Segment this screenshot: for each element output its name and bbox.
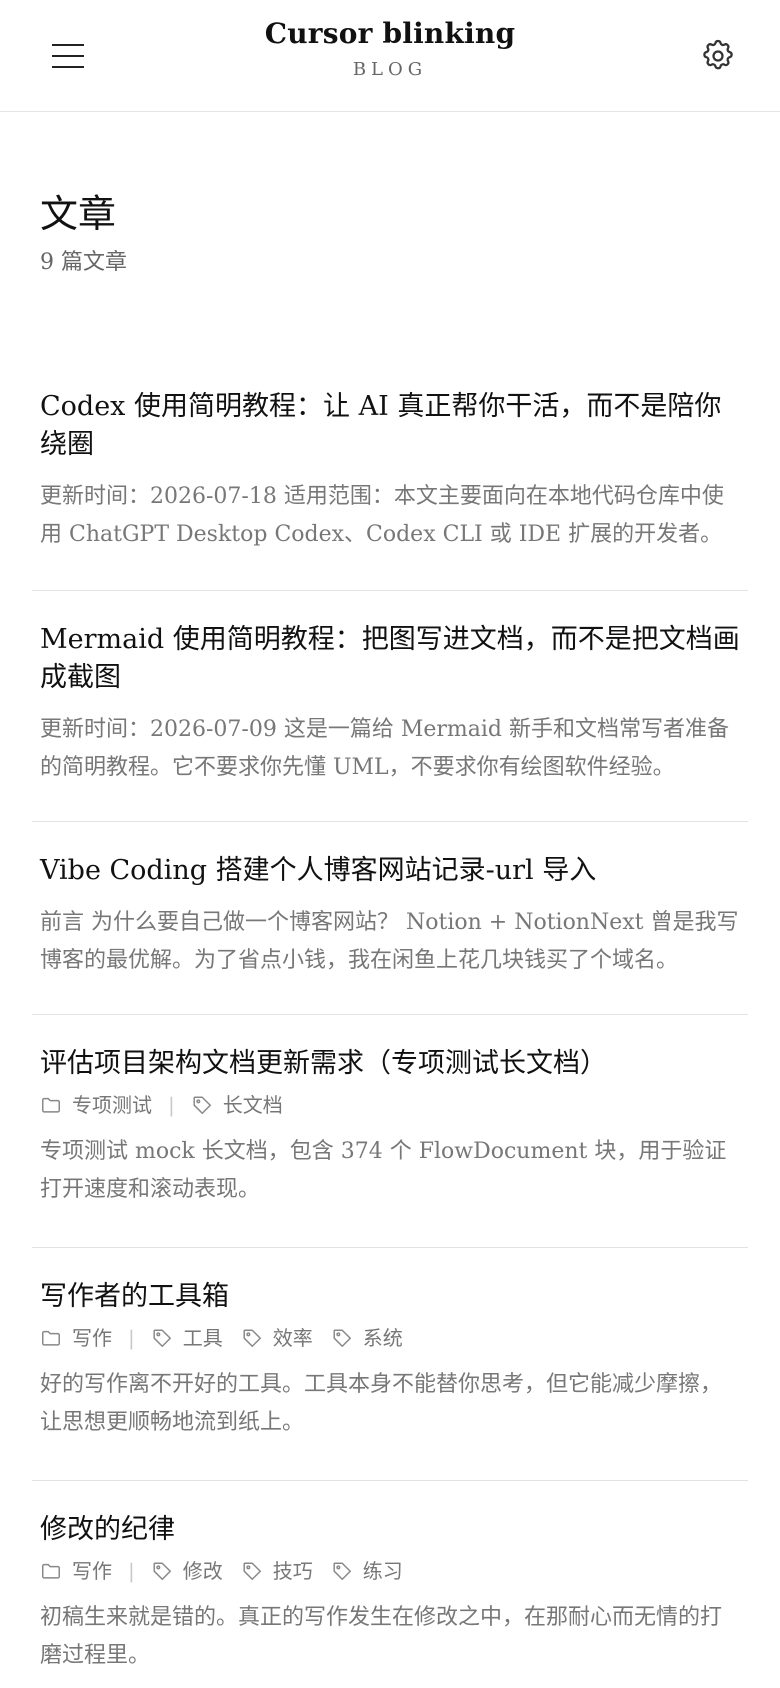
tag-label: 系统 [362,1326,403,1350]
tag-label: 长文档 [222,1093,283,1117]
gear-icon [703,39,733,70]
post-meta: 写作 | 工具 效率 系统 [40,1324,740,1352]
post-excerpt: 好的写作离不开好的工具。工具本身不能替你思考，但它能减少摩擦，让思想更顺畅地流到… [40,1372,723,1435]
page-title: 文章 [40,192,117,236]
post-title[interactable]: Codex 使用简明教程：让 AI 真正帮你干活，而不是陪你绕圈 [40,388,740,464]
post-tag[interactable]: 练习 [331,1557,403,1585]
folder-icon [42,1563,60,1579]
post-tag[interactable]: 效率 [241,1324,313,1352]
tag-label: 修改 [182,1559,223,1583]
post-item[interactable]: 评估项目架构文档更新需求（专项测试长文档） 专项测试 | 长文档专项测试 mock 长… [32,1015,748,1248]
post-title[interactable]: 修改的纪律 [40,1511,740,1549]
post-item[interactable]: Vibe Coding 搭建个人博客网站记录-url 导入前言 为什么要自己做一… [32,822,748,1015]
post-excerpt: 初稿生来就是错的。真正的写作发生在修改之中，在那耐心而无情的打磨过程里。 [40,1605,723,1668]
app: Cursor blinking BLOG 文章 9 篇文章 Codex 使用简明… [0,0,780,1688]
post-tag[interactable]: 系统 [331,1324,403,1352]
post-title[interactable]: Mermaid 使用简明教程：把图写进文档，而不是把文档画成截图 [40,621,740,697]
tag-icon [243,1562,261,1580]
post-category[interactable]: 写作 [40,1557,112,1585]
post-tag[interactable]: 长文档 [191,1091,283,1119]
post-excerpt: 更新时间：2026-07-09 这是一篇给 Mermaid 新手和文档常写者准备… [40,717,729,780]
meta-divider: | [168,1093,175,1117]
tag-icon [193,1096,211,1114]
post-item[interactable]: 写作者的工具箱写作 | 工具 效率 系统好的写作离不开好的工具。工具本身不能替你思考，但… [32,1248,748,1481]
folder-icon [42,1330,60,1346]
tag-icon [153,1562,171,1580]
site-subtitle: BLOG [352,59,428,80]
post-tag[interactable]: 工具 [151,1324,223,1352]
top-bar: Cursor blinking BLOG [0,0,780,112]
category-label: 写作 [72,1326,112,1350]
post-item[interactable]: Codex 使用简明教程：让 AI 真正帮你干活，而不是陪你绕圈更新时间：202… [32,360,748,591]
settings-button[interactable] [700,38,736,74]
post-tag[interactable]: 技巧 [241,1557,313,1585]
post-item[interactable]: 修改的纪律写作 | 修改 技巧 练习初稿生来就是错的。真正的写作发生在修改之中，在那耐心… [32,1481,748,1688]
tag-icon [243,1329,261,1347]
category-label: 专项测试 [72,1093,152,1117]
main-content: 文章 9 篇文章 Codex 使用简明教程：让 AI 真正帮你干活，而不是陪你绕… [0,190,780,1688]
tag-label: 效率 [272,1326,313,1350]
site-title[interactable]: Cursor blinking [0,16,780,52]
post-title[interactable]: 评估项目架构文档更新需求（专项测试长文档） [40,1045,740,1083]
post-category[interactable]: 写作 [40,1324,112,1352]
tag-icon [333,1329,351,1347]
article-count: 9 篇文章 [40,250,127,275]
tag-icon [333,1562,351,1580]
meta-divider: | [128,1559,135,1583]
tag-icon [153,1329,171,1347]
post-item[interactable]: Mermaid 使用简明教程：把图写进文档，而不是把文档画成截图更新时间：202… [32,591,748,822]
post-tag[interactable]: 修改 [151,1557,223,1585]
post-title[interactable]: 写作者的工具箱 [40,1278,740,1316]
post-meta: 写作 | 修改 技巧 练习 [40,1557,740,1585]
post-excerpt: 更新时间：2026-07-18 适用范围：本文主要面向在本地代码仓库中使用 Ch… [40,484,724,547]
tag-label: 工具 [182,1326,223,1350]
post-meta: 专项测试 | 长文档 [40,1091,740,1119]
post-title[interactable]: Vibe Coding 搭建个人博客网站记录-url 导入 [40,852,740,890]
post-excerpt: 专项测试 mock 长文档，包含 374 个 FlowDocument 块，用于… [40,1139,727,1202]
folder-icon [42,1097,60,1113]
brand[interactable]: Cursor blinking BLOG [0,16,780,82]
post-category[interactable]: 专项测试 [40,1091,152,1119]
tag-label: 练习 [362,1559,403,1583]
post-list: Codex 使用简明教程：让 AI 真正帮你干活，而不是陪你绕圈更新时间：202… [32,360,748,1688]
category-label: 写作 [72,1559,112,1583]
post-excerpt: 前言 为什么要自己做一个博客网站？ Notion + NotionNext 曾是… [40,910,739,973]
tag-label: 技巧 [272,1559,313,1583]
meta-divider: | [128,1326,135,1350]
